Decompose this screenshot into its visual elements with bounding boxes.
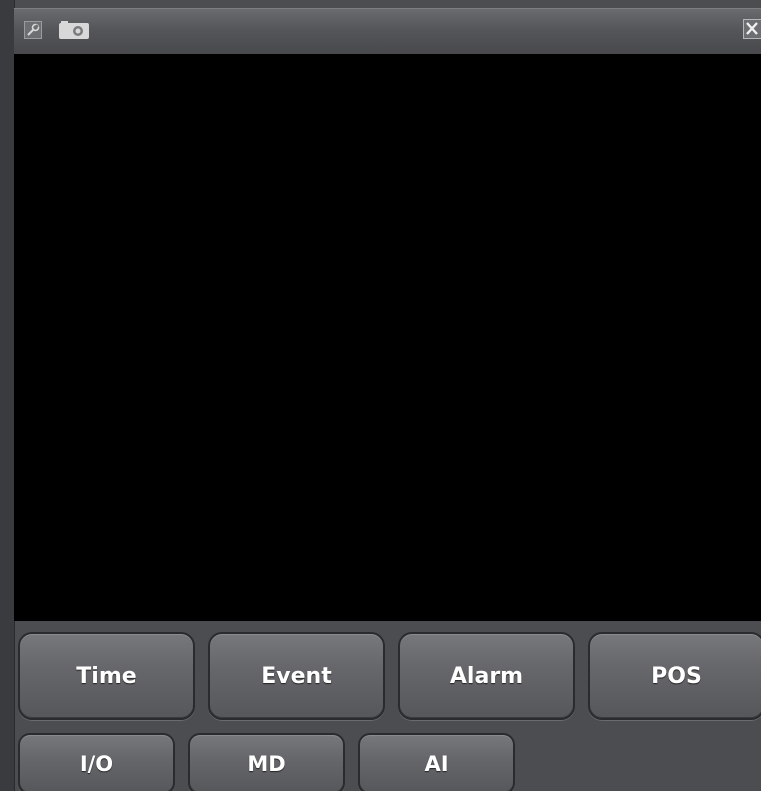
ai-search-button[interactable]: AI: [358, 733, 515, 791]
pos-search-button[interactable]: POS: [588, 632, 761, 720]
alarm-search-button[interactable]: Alarm: [398, 632, 575, 720]
titlebar: [14, 8, 761, 54]
settings-icon[interactable]: [24, 20, 42, 40]
left-border: [0, 0, 15, 791]
event-search-button[interactable]: Event: [208, 632, 385, 720]
time-search-button[interactable]: Time: [18, 632, 195, 720]
io-search-button[interactable]: I/O: [18, 733, 175, 791]
close-icon[interactable]: [743, 19, 761, 39]
md-search-button[interactable]: MD: [188, 733, 345, 791]
video-display[interactable]: [14, 54, 761, 621]
viewer-window: Time Event Alarm POS I/O MD AI: [0, 0, 761, 791]
camera-icon[interactable]: [58, 20, 90, 40]
